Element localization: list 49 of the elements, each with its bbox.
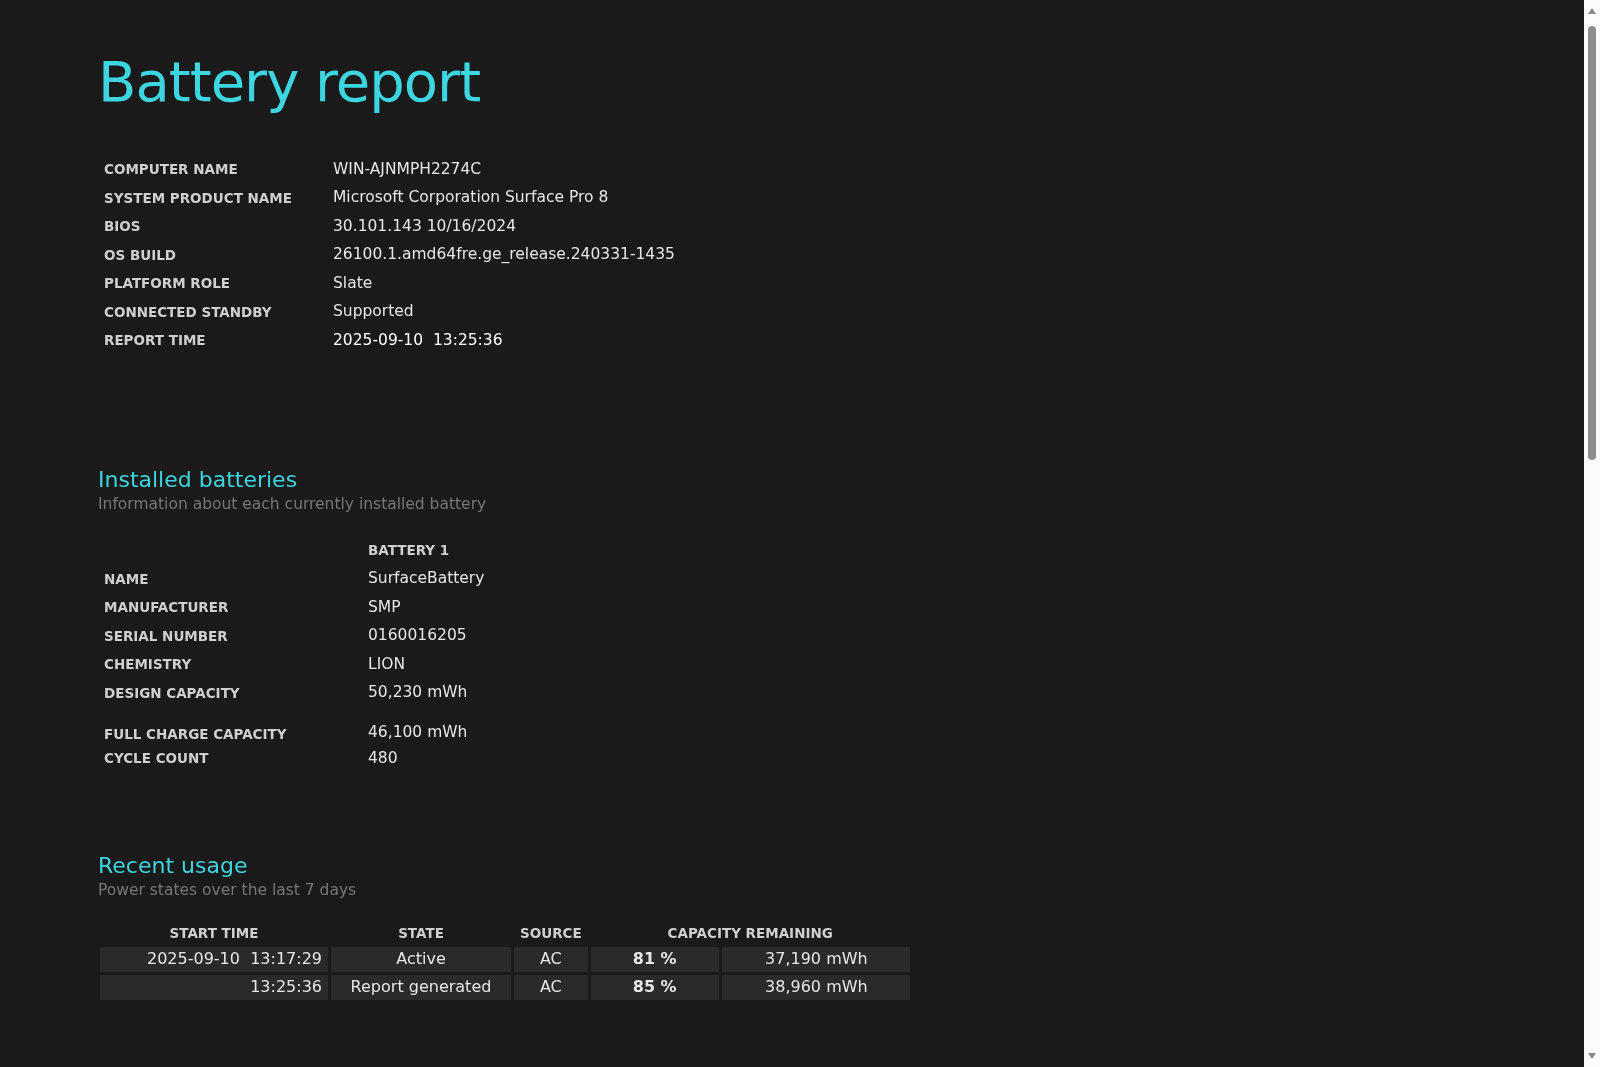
table-cell: 81 %	[590, 946, 719, 972]
table-cell: 2025-09-10 13:17:29	[100, 946, 328, 972]
info-value: Slate	[333, 273, 373, 292]
battery-value: 480	[368, 748, 398, 767]
column-header: START TIME	[169, 925, 259, 942]
section-heading: Recent usage	[98, 852, 249, 880]
report-title: Battery report	[98, 48, 482, 116]
column-header: SOURCE	[520, 925, 582, 942]
table-cell: Active	[331, 946, 511, 972]
battery-value: SurfaceBattery	[368, 569, 485, 588]
battery-label: FULL CHARGE CAPACITY	[104, 726, 287, 743]
column-header: CAPACITY REMAINING	[667, 925, 833, 942]
section-subtitle: Power states over the last 7 days	[98, 880, 358, 902]
section-subtitle: Information about each currently installed battery	[98, 494, 488, 516]
info-label: BIOS	[104, 218, 141, 235]
table-cell: AC	[514, 946, 588, 972]
column-header: STATE	[398, 925, 444, 942]
info-value: WIN-AJNMPH2274C	[333, 159, 482, 178]
battery-value: LION	[368, 654, 405, 673]
column-header: BATTERY 1	[368, 542, 450, 559]
battery-label: CHEMISTRY	[104, 656, 192, 673]
info-label: PLATFORM ROLE	[104, 275, 231, 292]
battery-value: 0160016205	[368, 626, 467, 645]
info-label: SYSTEM PRODUCT NAME	[104, 189, 292, 206]
table-cell: 38,960 mWh	[721, 974, 910, 1000]
info-value: 30.101.143 10/16/2024	[333, 216, 516, 235]
battery-label: MANUFACTURER	[104, 599, 229, 616]
battery-value: 50,230 mWh	[368, 683, 468, 702]
battery-label: DESIGN CAPACITY	[104, 684, 240, 701]
battery-label: SERIAL NUMBER	[104, 627, 228, 644]
info-value: Microsoft Corporation Surface Pro 8	[333, 188, 609, 207]
battery-label: NAME	[104, 570, 149, 587]
info-value: 2025-09-10 13:25:36	[333, 330, 503, 349]
scrollbar[interactable]	[1584, 0, 1600, 1067]
table-cell: 85 %	[590, 974, 719, 1000]
battery-label: CYCLE COUNT	[104, 750, 209, 767]
info-value: Supported	[333, 302, 414, 321]
table-cell: 13:25:36	[100, 974, 328, 1000]
info-label: CONNECTED STANDBY	[104, 303, 272, 320]
section-heading: Installed batteries	[98, 466, 299, 494]
info-label: OS BUILD	[104, 246, 176, 263]
info-value: 26100.1.amd64fre.ge_release.240331-1435	[333, 245, 675, 264]
battery-value: SMP	[368, 597, 401, 616]
table-cell: Report generated	[331, 974, 511, 1000]
info-label: REPORT TIME	[104, 332, 206, 349]
table-cell: AC	[514, 974, 588, 1000]
battery-value: 46,100 mWh	[368, 723, 468, 742]
info-label: COMPUTER NAME	[104, 161, 238, 178]
table-cell: 37,190 mWh	[721, 946, 910, 972]
